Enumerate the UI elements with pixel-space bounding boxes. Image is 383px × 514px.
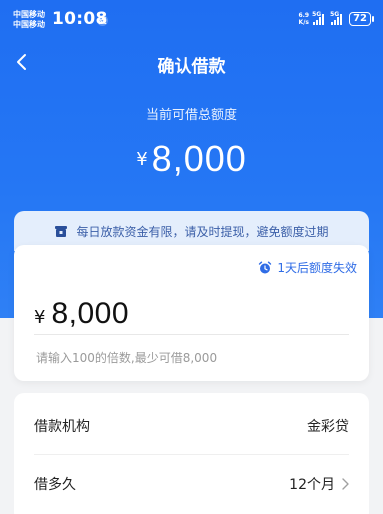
carrier-1: 中国移动 — [13, 10, 45, 19]
borrow-amount-card: 1天后额度失效 ¥ 8,000 请输入100的倍数,最少可借8,000 — [14, 245, 369, 381]
amount-currency: ¥ — [34, 307, 46, 328]
amount-input[interactable]: ¥ 8,000 — [34, 297, 349, 335]
detail-row-institution: 借款机构 金彩贷 — [34, 397, 349, 455]
quota-amount: ¥8,000 — [0, 138, 383, 180]
carrier-labels: 中国移动 中国移动 — [13, 10, 45, 30]
wallet-icon — [55, 225, 68, 237]
alarm-clock-icon — [259, 261, 272, 273]
network-speed: 6.9 K/s — [298, 12, 310, 26]
detail-value: 12个月 — [289, 477, 335, 493]
expire-text: 1天后额度失效 — [277, 261, 357, 275]
detail-label: 借款机构 — [34, 418, 90, 435]
quota-currency: ¥ — [136, 149, 148, 170]
detail-value: 金彩贷 — [307, 418, 349, 435]
loan-details-card: 借款机构 金彩贷 借多久 12个月 — [14, 393, 369, 514]
signal-5g-icon-1: 5G — [312, 11, 327, 25]
quota-value: 8,000 — [151, 138, 247, 179]
signal-5g-icon-2: 5G — [330, 11, 345, 25]
carrier-2: 中国移动 — [13, 20, 45, 29]
detail-row-term[interactable]: 借多久 12个月 — [34, 455, 349, 513]
amount-hint: 请输入100的倍数,最少可借8,000 — [36, 351, 218, 365]
alipay-icon: 支 — [97, 15, 108, 26]
quota-label: 当前可借总额度 — [145, 108, 237, 123]
system-indicators: 6.9 K/s 5G 5G 72 — [298, 11, 374, 26]
chevron-right-icon — [342, 478, 349, 490]
page-title: 确认借款 — [157, 57, 226, 77]
status-bar: 中国移动 中国移动 10:08 支 6.9 K/s 5G 5G 72 — [0, 0, 383, 36]
detail-label: 借多久 — [34, 477, 76, 493]
battery-icon: 72 — [349, 12, 374, 26]
expire-badge: 1天后额度失效 — [258, 259, 357, 276]
notice-text: 每日放款资金有限，请及时提现，避免额度过期 — [76, 224, 329, 239]
term-selector[interactable]: 12个月 — [289, 474, 349, 494]
amount-value[interactable]: 8,000 — [51, 297, 129, 331]
